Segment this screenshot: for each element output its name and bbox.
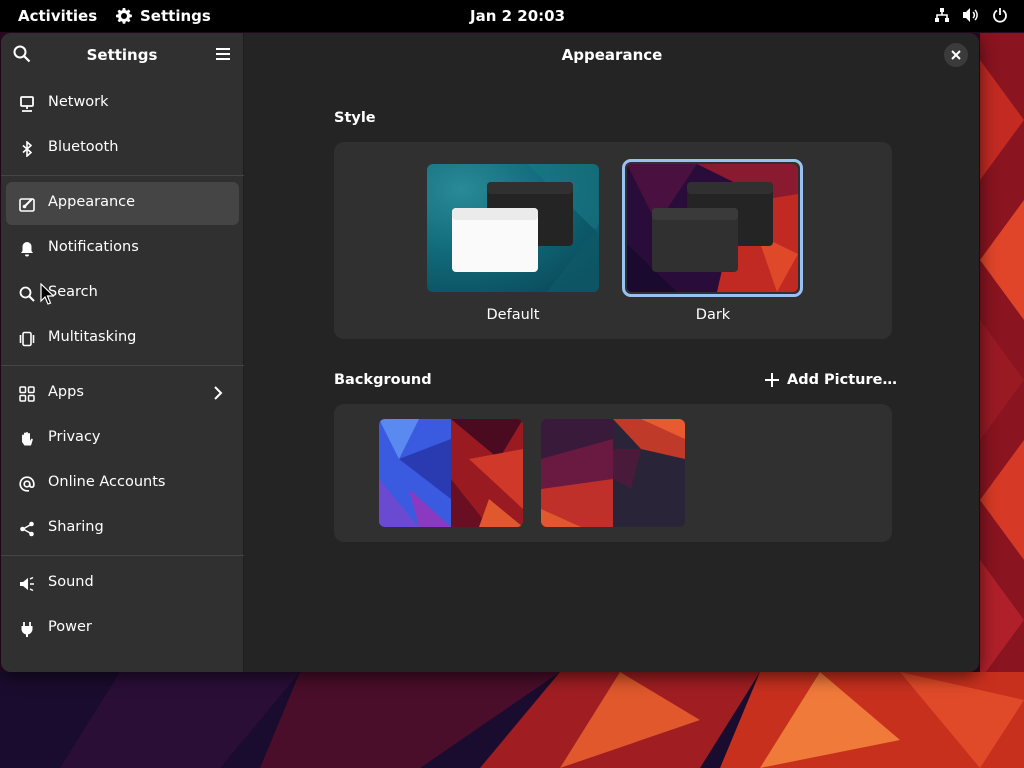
background-heading: Background <box>334 372 432 388</box>
app-menu-label: Settings <box>140 7 211 25</box>
clock[interactable]: Jan 2 20:03 <box>470 7 565 25</box>
share-icon <box>18 520 36 538</box>
network-icon <box>935 8 949 22</box>
background-preview <box>541 419 685 527</box>
sidebar: Settings Network Bluetooth Appearance No… <box>1 33 244 672</box>
sidebar-separator <box>1 365 244 366</box>
sidebar-item-label: Network <box>48 94 109 110</box>
appearance-icon <box>18 195 36 213</box>
sidebar-separator <box>1 175 244 176</box>
speaker-icon <box>18 575 36 593</box>
volume-icon <box>963 8 978 22</box>
close-button[interactable] <box>944 43 968 67</box>
plug-icon <box>18 620 36 638</box>
style-option-label: Default <box>486 307 540 323</box>
sidebar-item-multitasking[interactable]: Multitasking <box>6 317 239 360</box>
sidebar-item-label: Multitasking <box>48 329 137 345</box>
at-icon <box>18 475 36 493</box>
sidebar-item-power[interactable]: Power <box>6 607 239 650</box>
activities-button[interactable]: Activities <box>18 7 97 25</box>
search-icon <box>18 285 36 303</box>
main-menu-button[interactable] <box>215 46 231 66</box>
sidebar-item-label: Privacy <box>48 429 101 445</box>
sidebar-item-label: Notifications <box>48 239 139 255</box>
sidebar-item-sound[interactable]: Sound <box>6 562 239 605</box>
sidebar-item-label: Appearance <box>48 194 136 210</box>
style-option-default[interactable] <box>427 164 599 292</box>
background-card <box>334 404 892 542</box>
style-option-dark[interactable] <box>622 159 803 297</box>
style-card: Default Dark <box>334 142 892 339</box>
add-picture-button[interactable]: Add Picture… <box>765 372 897 388</box>
sidebar-item-apps[interactable]: Apps <box>6 372 239 415</box>
plus-icon <box>765 373 779 387</box>
sidebar-header: Settings <box>1 33 243 77</box>
close-icon <box>951 50 961 60</box>
sidebar-item-label: Online Accounts <box>48 474 166 490</box>
default-style-preview <box>427 164 599 292</box>
sidebar-item-label: Sharing <box>48 519 104 535</box>
system-status-area[interactable] <box>934 7 1008 23</box>
add-picture-label: Add Picture… <box>787 372 897 388</box>
bluetooth-icon <box>18 140 36 158</box>
bell-icon <box>18 240 36 258</box>
sidebar-item-bluetooth[interactable]: Bluetooth <box>6 127 239 170</box>
sidebar-item-network[interactable]: Network <box>6 82 239 125</box>
background-preview <box>379 419 523 527</box>
power-icon <box>993 8 1007 23</box>
sidebar-item-appearance[interactable]: Appearance <box>6 182 239 225</box>
sidebar-item-label: Search <box>48 284 98 300</box>
sidebar-item-label: Apps <box>48 384 84 400</box>
hamburger-icon <box>216 48 230 60</box>
page-title: Appearance <box>561 46 663 64</box>
style-option-label: Dark <box>695 307 731 323</box>
sidebar-item-notifications[interactable]: Notifications <box>6 227 239 270</box>
sidebar-title: Settings <box>86 46 158 64</box>
sidebar-item-privacy[interactable]: Privacy <box>6 417 239 460</box>
top-bar: Activities Settings Jan 2 20:03 <box>0 0 1024 32</box>
sidebar-item-sharing[interactable]: Sharing <box>6 507 239 550</box>
settings-window: Settings Network Bluetooth Appearance No… <box>1 33 979 672</box>
background-thumbnail[interactable] <box>379 419 523 527</box>
hand-icon <box>18 430 36 448</box>
app-menu-button[interactable]: Settings <box>116 7 211 25</box>
sidebar-item-label: Power <box>48 619 92 635</box>
sidebar-item-label: Sound <box>48 574 94 590</box>
gear-icon <box>116 8 132 24</box>
background-thumbnail[interactable] <box>541 419 685 527</box>
network-icon <box>18 95 36 113</box>
chevron-right-icon <box>211 385 225 405</box>
mouse-cursor-icon <box>40 283 54 305</box>
sidebar-separator <box>1 555 244 556</box>
content-pane: Appearance Style Default Dark Background… <box>245 33 979 672</box>
sidebar-item-label: Bluetooth <box>48 139 119 155</box>
sidebar-list: Network Bluetooth Appearance Notificatio… <box>1 82 244 652</box>
dark-style-preview <box>627 164 798 292</box>
sidebar-item-online-accounts[interactable]: Online Accounts <box>6 462 239 505</box>
apps-icon <box>18 385 36 403</box>
style-heading: Style <box>334 110 376 126</box>
multitasking-icon <box>18 330 36 348</box>
